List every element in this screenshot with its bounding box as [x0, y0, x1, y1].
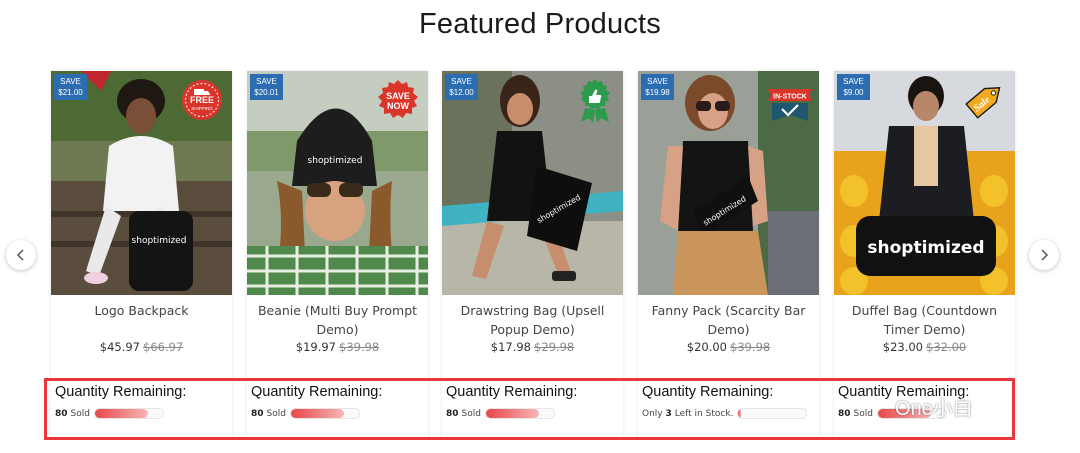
- product-name[interactable]: Beanie (Multi Buy Prompt Demo): [251, 301, 424, 339]
- svg-text:IN-STOCK: IN-STOCK: [773, 94, 807, 101]
- product-image[interactable]: shoptimized SAVE $20.01 SAVE NOW: [247, 71, 428, 295]
- svg-text:FREE: FREE: [190, 95, 214, 105]
- product-image[interactable]: shoptimized SAVE $19.98 IN-STOCK: [638, 71, 819, 295]
- svg-text:shoptimized: shoptimized: [308, 156, 363, 166]
- sale-tag-badge: Sale: [965, 87, 1001, 119]
- save-badge: SAVE $9.00: [837, 74, 870, 100]
- svg-text:shoptimized: shoptimized: [132, 236, 187, 246]
- save-badge: SAVE $21.00: [54, 74, 87, 100]
- carousel-next-button[interactable]: [1029, 240, 1059, 270]
- watermark: One小白: [895, 398, 973, 420]
- chevron-right-icon: [1041, 249, 1049, 261]
- svg-text:NOW: NOW: [387, 101, 410, 111]
- page-title: Featured Products: [419, 8, 661, 40]
- carousel-prev-button[interactable]: [6, 240, 36, 270]
- compare-price: $66.97: [143, 340, 184, 354]
- in-stock-badge: IN-STOCK: [768, 89, 812, 121]
- product-name[interactable]: Duffel Bag (Countdown Timer Demo): [838, 301, 1011, 339]
- save-badge: SAVE $20.01: [250, 74, 283, 100]
- product-price: $23.00 $32.00: [882, 340, 967, 354]
- compare-price: $39.98: [730, 340, 771, 354]
- product-name[interactable]: Drawstring Bag (Upsell Popup Demo): [446, 301, 619, 339]
- free-shipping-badge: FREE SHIPPING: [182, 80, 222, 120]
- best-seller-badge: [580, 79, 610, 123]
- product-price: $19.97 $39.98: [295, 340, 380, 354]
- save-badge: SAVE $12.00: [445, 74, 478, 100]
- save-badge: SAVE $19.98: [641, 74, 674, 100]
- quantity-remaining-highlight: [44, 378, 1015, 440]
- product-price: $45.97 $66.97: [99, 340, 184, 354]
- save-now-badge: SAVE NOW: [378, 80, 418, 118]
- product-image[interactable]: shoptimized SAVE $21.00 FREE SHIPPING: [51, 71, 232, 295]
- product-price: $17.98 $29.98: [490, 340, 575, 354]
- product-price: $20.00 $39.98: [686, 340, 771, 354]
- compare-price: $39.98: [339, 340, 380, 354]
- svg-text:SHIPPING: SHIPPING: [191, 106, 213, 111]
- compare-price: $32.00: [926, 340, 967, 354]
- svg-text:shoptimized: shoptimized: [867, 238, 984, 258]
- compare-price: $29.98: [534, 340, 575, 354]
- chevron-left-icon: [16, 249, 24, 261]
- product-name[interactable]: Logo Backpack: [55, 301, 228, 320]
- product-image[interactable]: shoptimized SAVE $12.00: [442, 71, 623, 295]
- svg-text:SAVE: SAVE: [386, 91, 410, 101]
- product-image[interactable]: shoptimized SAVE $9.00 Sale: [834, 71, 1015, 295]
- product-name[interactable]: Fanny Pack (Scarcity Bar Demo): [642, 301, 815, 339]
